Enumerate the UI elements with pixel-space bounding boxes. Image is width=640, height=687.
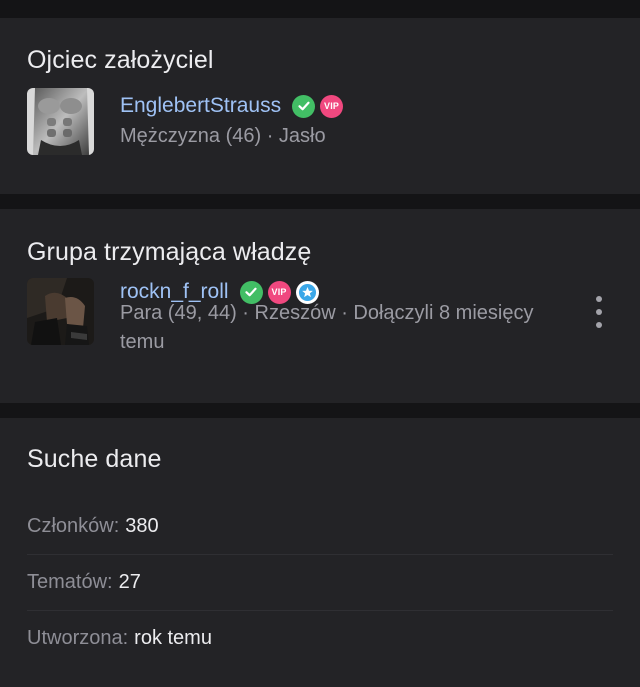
verified-icon <box>292 94 316 118</box>
stat-value: 27 <box>118 570 141 593</box>
username-link[interactable]: EnglebertStrauss <box>120 94 281 118</box>
stat-label: Członków: <box>27 514 120 537</box>
avatar-rockn-f-roll[interactable] <box>27 278 94 345</box>
more-vertical-icon[interactable] <box>592 296 606 328</box>
user-meta: Mężczyzna (46) · Jasło <box>120 125 326 147</box>
stat-row-topics: Tematów: 27 <box>27 554 613 611</box>
founder-card: Ojciec założyciel EnglebertStrauss VIP M… <box>0 18 640 194</box>
stat-row-members: Członków: 380 <box>27 498 613 555</box>
stats-card: Suche dane Członków: 380 Tematów: 27 Utw… <box>0 418 640 687</box>
user-meta: Para (49, 44) · Rzeszów · Dołączyli 8 mi… <box>120 302 534 353</box>
dot <box>596 296 602 302</box>
dot <box>596 322 602 328</box>
section-title-ruling-group: Grupa trzymająca władzę <box>27 238 312 266</box>
stat-value: rok temu <box>134 626 212 649</box>
ruling-group-card: Grupa trzymająca władzę rockn_f_roll VIP… <box>0 209 640 403</box>
top-strip <box>0 0 640 18</box>
stat-row-created: Utworzona: rok temu <box>27 610 613 666</box>
dot <box>596 309 602 315</box>
stat-value: 380 <box>125 514 159 537</box>
vip-badge: VIP <box>320 94 344 118</box>
section-title-stats: Suche dane <box>27 445 162 473</box>
stat-label: Tematów: <box>27 570 113 593</box>
stat-label: Utworzona: <box>27 626 129 649</box>
avatar-englebertstrauss[interactable] <box>27 88 94 155</box>
section-title-founder: Ojciec założyciel <box>27 46 214 74</box>
founder-user-row: EnglebertStrauss VIP <box>120 92 344 120</box>
